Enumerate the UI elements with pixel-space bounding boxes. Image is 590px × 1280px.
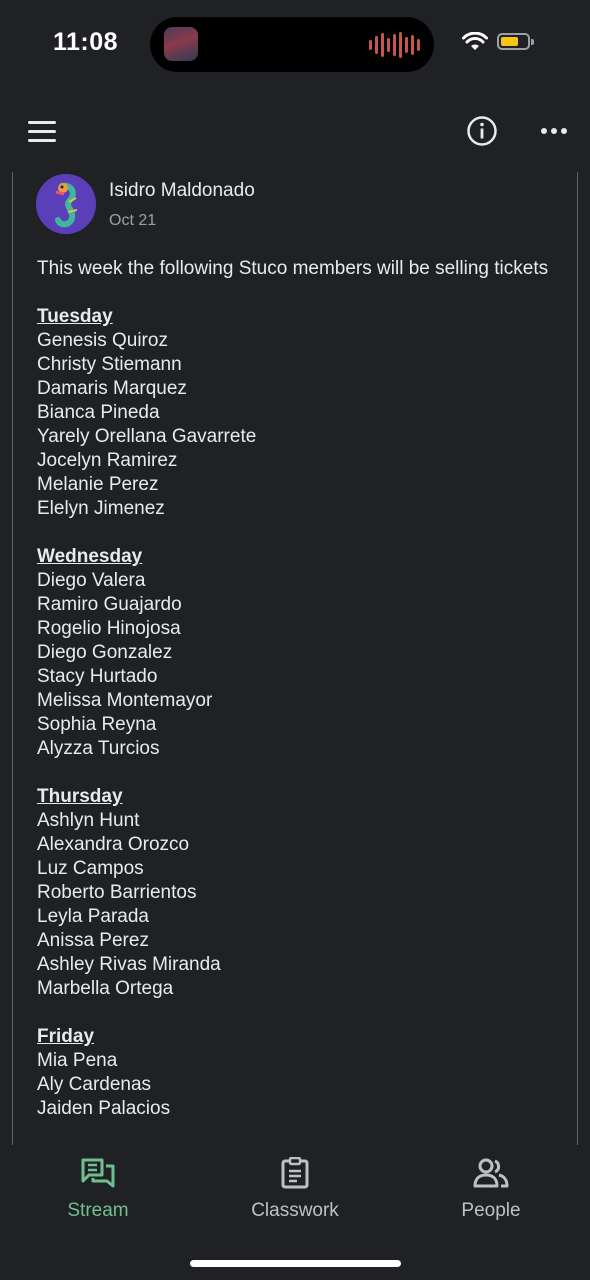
- nav-label-classwork: Classwork: [251, 1200, 339, 1221]
- day-section-wednesday: Wednesday Diego Valera Ramiro Guajardo R…: [37, 545, 557, 761]
- member-name: Diego Gonzalez: [37, 642, 173, 663]
- day-section-tuesday: Tuesday Genesis Quiroz Christy Stiemann …: [37, 305, 557, 521]
- member-name: Genesis Quiroz: [37, 330, 168, 351]
- member-name: Jaiden Palacios: [37, 1098, 171, 1119]
- member-name: Diego Valera: [37, 570, 146, 591]
- member-name: Ashley Rivas Miranda: [37, 954, 221, 975]
- member-name: Anissa Perez: [37, 930, 149, 951]
- dynamic-island[interactable]: [150, 17, 434, 72]
- member-name: Elelyn Jimenez: [37, 498, 165, 519]
- app-bar: [0, 90, 590, 172]
- status-bar: 11:08: [0, 0, 590, 90]
- announcement-card: Isidro Maldonado Oct 21 This week the fo…: [12, 172, 578, 1145]
- people-icon: [473, 1158, 509, 1188]
- member-name: Melanie Perez: [37, 474, 159, 495]
- member-name: Rogelio Hinojosa: [37, 618, 181, 639]
- day-heading: Tuesday: [37, 306, 113, 327]
- member-name: Stacy Hurtado: [37, 666, 158, 687]
- member-name: Melissa Montemayor: [37, 690, 213, 711]
- post-date: Oct 21: [109, 212, 157, 229]
- member-name: Yarely Orellana Gavarrete: [37, 426, 257, 447]
- member-name: Leyla Parada: [37, 906, 149, 927]
- post-author: Isidro Maldonado: [109, 180, 255, 201]
- day-section-thursday: Thursday Ashlyn Hunt Alexandra Orozco Lu…: [37, 785, 557, 1001]
- nav-tab-people[interactable]: People: [421, 1157, 561, 1222]
- post-body: This week the following Stuco members wi…: [37, 257, 557, 1145]
- now-playing-artwork: [164, 27, 198, 61]
- member-name: Ramiro Guajardo: [37, 594, 182, 615]
- avatar-image: [36, 174, 96, 234]
- member-name: Bianca Pineda: [37, 402, 160, 423]
- more-options-icon[interactable]: [541, 128, 567, 134]
- nav-tab-classwork[interactable]: Classwork: [225, 1156, 365, 1222]
- wifi-icon: [462, 32, 488, 50]
- avatar[interactable]: [36, 174, 96, 234]
- post-intro: This week the following Stuco members wi…: [37, 258, 549, 279]
- classwork-icon: [281, 1156, 309, 1189]
- day-heading: Friday: [37, 1026, 95, 1047]
- day-section-friday: Friday Mia Pena Aly Cardenas Jaiden Pala…: [37, 1025, 557, 1121]
- member-name: Christy Stiemann: [37, 354, 182, 375]
- nav-label-people: People: [461, 1200, 521, 1221]
- info-icon[interactable]: [466, 115, 498, 147]
- member-name: Jocelyn Ramirez: [37, 450, 178, 471]
- day-heading: Wednesday: [37, 546, 143, 567]
- audio-waveform-icon: [369, 31, 420, 59]
- member-name: Ashlyn Hunt: [37, 810, 140, 831]
- member-name: Alexandra Orozco: [37, 834, 190, 855]
- member-name: Mia Pena: [37, 1050, 118, 1071]
- status-time: 11:08: [53, 28, 119, 56]
- day-heading: Thursday: [37, 786, 123, 807]
- member-name: Aly Cardenas: [37, 1074, 152, 1095]
- member-name: Sophia Reyna: [37, 714, 157, 735]
- stream-icon: [81, 1158, 115, 1188]
- battery-icon: [497, 33, 534, 50]
- member-name: Roberto Barrientos: [37, 882, 197, 903]
- member-name: Damaris Marquez: [37, 378, 187, 399]
- member-name: Marbella Ortega: [37, 978, 174, 999]
- nav-label-stream: Stream: [67, 1200, 129, 1221]
- home-indicator[interactable]: [190, 1260, 401, 1267]
- member-name: Luz Campos: [37, 858, 144, 879]
- member-name: Alyzza Turcios: [37, 738, 160, 759]
- menu-icon[interactable]: [28, 121, 56, 143]
- nav-tab-stream[interactable]: Stream: [28, 1157, 168, 1222]
